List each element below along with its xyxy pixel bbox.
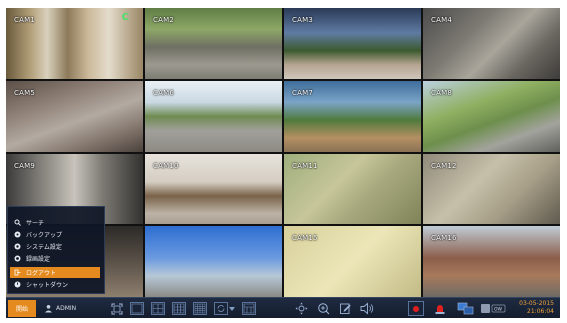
camera-tile-3[interactable]: CAM3: [284, 8, 421, 79]
camera-tile-7[interactable]: CAM7: [284, 80, 421, 152]
camera-label: CAM1: [14, 16, 35, 24]
menu-item-system-settings[interactable]: システム設定: [10, 241, 100, 252]
svg-text:OW: OW: [494, 307, 503, 313]
camera-tile-15[interactable]: CAM15: [284, 226, 421, 297]
zoom-icon[interactable]: [316, 302, 330, 315]
menu-item-search[interactable]: サーチ: [10, 217, 100, 228]
camera-label: CAM11: [292, 161, 318, 170]
menu-item-backup[interactable]: バックアップ: [10, 229, 100, 240]
power-icon: [14, 281, 21, 288]
menu-item-record-settings[interactable]: 録画設定: [10, 253, 100, 264]
layout-4-button[interactable]: [151, 302, 165, 315]
camera-label: CAM16: [431, 234, 457, 243]
camera-label: CAM9: [14, 161, 35, 170]
time-text: 21:06:04: [527, 308, 554, 315]
current-user: ADMIN: [44, 303, 76, 314]
user-name: ADMIN: [56, 305, 77, 312]
alarm-icon[interactable]: [432, 302, 448, 315]
layout-9-button[interactable]: [172, 302, 186, 315]
edit-icon[interactable]: [338, 302, 352, 315]
camera-label: CAM6: [153, 88, 174, 97]
speaker-icon[interactable]: [360, 302, 374, 315]
camera-status-badge: C: [121, 12, 129, 23]
menu-item-label: サーチ: [26, 220, 45, 227]
sequence-button[interactable]: [214, 302, 228, 315]
menu-item-logout[interactable]: ログアウト: [10, 267, 100, 278]
logout-icon: [14, 269, 21, 276]
camera-tile-1[interactable]: CAM1 C: [6, 8, 143, 79]
camera-label: CAM8: [431, 88, 452, 97]
start-menu: サーチ バックアップ システム設定 録画設定 ログアウト シャットダウン: [7, 206, 105, 294]
camera-tile-8[interactable]: CAM8: [423, 80, 560, 152]
search-icon: [14, 219, 21, 226]
start-button-label: 開始: [15, 306, 28, 313]
menu-item-label: バックアップ: [26, 232, 63, 239]
hdd-status-icon: OW: [480, 302, 506, 315]
layout-16-button[interactable]: [193, 302, 207, 315]
record-button[interactable]: [408, 301, 424, 316]
fullscreen-icon[interactable]: [110, 302, 124, 315]
camera-tile-14[interactable]: [145, 226, 282, 297]
menu-item-label: システム設定: [26, 244, 62, 251]
backup-icon: [14, 231, 21, 238]
camera-tile-5[interactable]: CAM5: [6, 80, 143, 152]
camera-tile-12[interactable]: CAM12: [423, 153, 560, 225]
camera-label: CAM2: [153, 16, 174, 24]
camera-label: CAM15: [292, 234, 318, 243]
menu-item-label: シャットダウン: [26, 282, 69, 289]
ptz-icon[interactable]: [294, 302, 308, 315]
camera-tile-16[interactable]: CAM16: [423, 226, 560, 297]
camera-tile-2[interactable]: CAM2: [145, 8, 282, 79]
network-icon[interactable]: [456, 302, 474, 315]
menu-item-label: 録画設定: [26, 256, 51, 263]
datetime-display: 03-05-2015 21:06:04: [519, 300, 554, 316]
camera-label: CAM7: [292, 88, 313, 97]
camera-label: CAM3: [292, 16, 313, 24]
camera-tile-10[interactable]: CAM10: [145, 153, 282, 225]
record-settings-icon: [14, 255, 21, 262]
settings-icon: [14, 243, 21, 250]
start-button[interactable]: 開始: [8, 300, 36, 317]
bottom-toolbar: 開始 ADMIN OW 03-05-2015 21:06:04: [6, 297, 560, 318]
menu-item-label: ログアウト: [26, 270, 57, 277]
chevron-down-icon[interactable]: [228, 302, 236, 315]
date-text: 03-05-2015: [519, 300, 554, 307]
layout-custom-button[interactable]: [242, 302, 256, 315]
camera-tile-11[interactable]: CAM11: [284, 153, 421, 225]
layout-1-button[interactable]: [130, 302, 144, 315]
camera-label: CAM10: [153, 161, 179, 170]
camera-tile-6[interactable]: CAM6: [145, 80, 282, 152]
camera-label: CAM12: [431, 161, 457, 170]
user-icon: [44, 304, 53, 313]
camera-label: CAM4: [431, 16, 452, 24]
camera-label: CAM5: [14, 88, 35, 97]
menu-item-shutdown[interactable]: シャットダウン: [10, 279, 100, 290]
camera-tile-4[interactable]: CAM4: [423, 8, 560, 79]
dvr-screen: CAM1 C CAM2 CAM3 CAM4 CAM5 CAM6 CAM7 CAM…: [6, 8, 560, 318]
